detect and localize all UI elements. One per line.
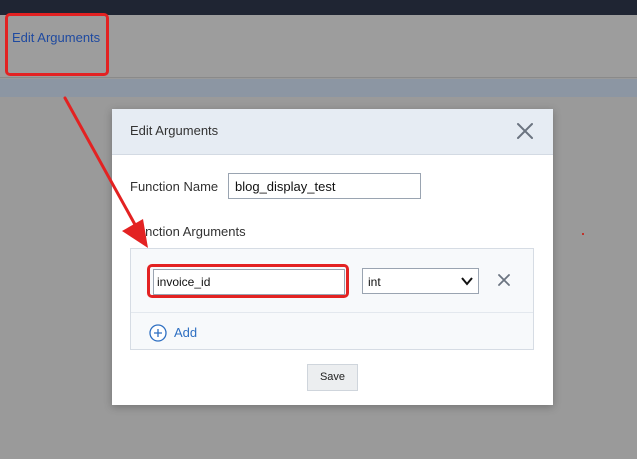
close-button[interactable] (515, 121, 535, 141)
close-icon (498, 274, 510, 286)
highlight-box-argument-name (147, 264, 349, 298)
argument-type-select[interactable]: int (362, 268, 479, 294)
remove-argument-button[interactable] (497, 273, 511, 287)
function-name-input[interactable] (228, 173, 421, 199)
function-arguments-label: Function Arguments (130, 224, 246, 239)
plus-circle-icon (149, 324, 167, 342)
dialog-header: Edit Arguments (112, 109, 553, 155)
background-dot (582, 233, 584, 235)
highlight-box-edit-arguments-link (5, 13, 109, 76)
chevron-down-icon (461, 277, 473, 286)
argument-type-value: int (368, 275, 381, 289)
page-band (0, 79, 637, 97)
close-icon (517, 123, 533, 139)
add-argument-label: Add (174, 325, 198, 340)
save-button[interactable]: Save (307, 364, 358, 391)
dialog-title: Edit Arguments (130, 123, 219, 138)
edit-arguments-dialog: Edit Arguments Function Name Function Ar… (112, 109, 553, 405)
function-name-label: Function Name (130, 179, 219, 194)
